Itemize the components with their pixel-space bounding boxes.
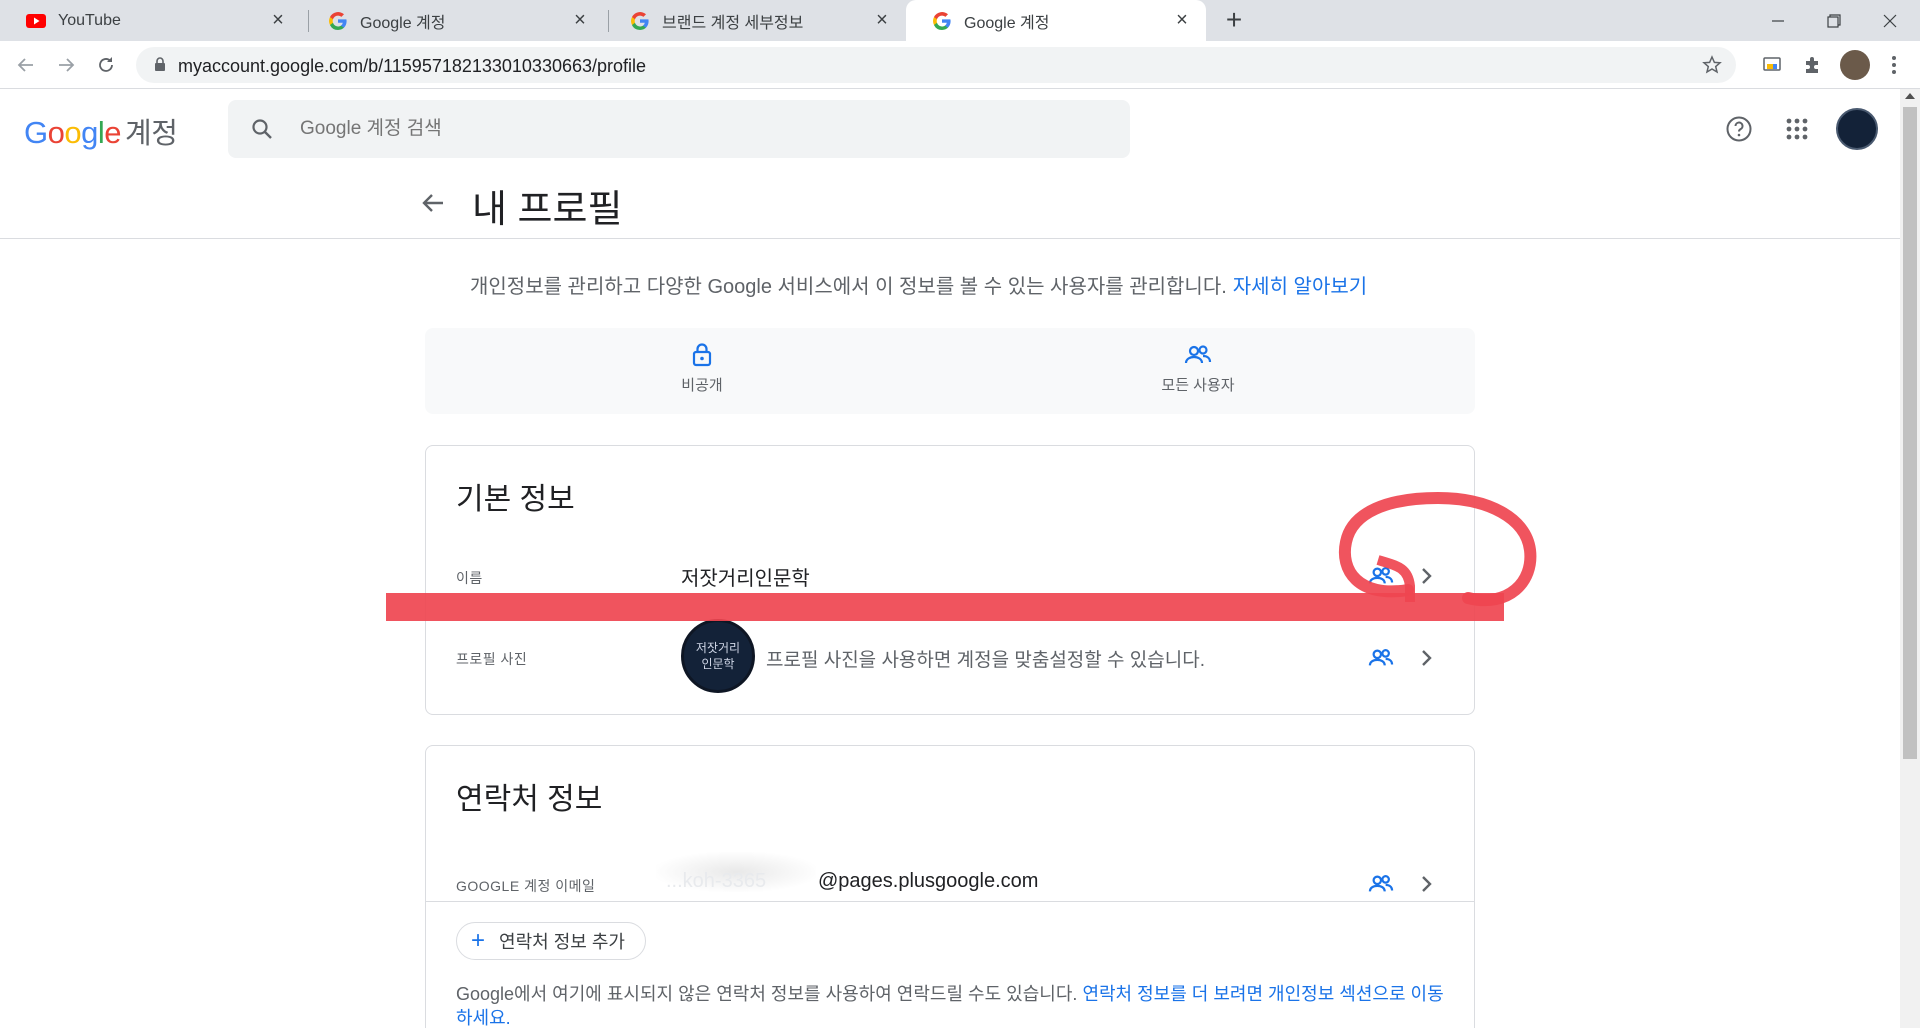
private-label: 비공개: [681, 377, 723, 394]
email-value: @pages.plusgoogle.com: [818, 870, 1039, 892]
google-account-logo[interactable]: Google 계정: [24, 110, 178, 152]
people-icon: [1368, 646, 1394, 675]
chevron-right-icon[interactable]: [1416, 648, 1436, 673]
photo-description: 프로필 사진을 사용하면 계정을 맞춤설정할 수 있습니다.: [766, 650, 1205, 671]
search-icon[interactable]: [250, 117, 274, 146]
browser-toolbar: myaccount.google.com/b/11595718213301033…: [0, 41, 1920, 89]
account-label: 계정: [125, 118, 178, 150]
contact-note-text: Google에서 여기에 표시되지 않은 연락처 정보를 사용하여 연락드릴 수…: [456, 984, 1078, 1004]
tab-title: 브랜드 계정 세부정보: [662, 14, 804, 32]
url-text: myaccount.google.com/b/11595718213301033…: [178, 56, 647, 76]
reload-icon[interactable]: [92, 51, 120, 79]
name-value: 저잣거리인문학: [681, 568, 810, 590]
back-arrow-icon[interactable]: [12, 51, 40, 79]
add-contact-info-button[interactable]: + 연락처 정보 추가: [456, 922, 646, 960]
photo-text-line2: 인문학: [701, 657, 735, 671]
tab-brand-account[interactable]: 브랜드 계정 세부정보 ×: [604, 0, 906, 41]
contact-info-title: 연락처 정보: [456, 783, 603, 816]
add-contact-label: 연락처 정보 추가: [499, 932, 625, 952]
close-icon[interactable]: ×: [570, 10, 590, 30]
photo-label: 프로필 사진: [456, 651, 528, 667]
close-icon[interactable]: ×: [872, 10, 892, 30]
scrollbar-thumb[interactable]: [1903, 107, 1917, 759]
red-annotation-circle: [1338, 491, 1537, 607]
people-icon: [1098, 342, 1298, 368]
lock-icon: [602, 342, 802, 368]
name-label: 이름: [456, 570, 483, 586]
email-obscured-prefix: ...koh-3365: [666, 870, 767, 892]
photo-text-line1: 저잣거리: [695, 641, 741, 655]
intro-text: 개인정보를 관리하고 다양한 Google 서비스에서 이 정보를 볼 수 있는…: [470, 276, 1227, 298]
back-arrow-icon[interactable]: [420, 190, 446, 221]
google-logo-text: Google: [24, 115, 122, 150]
red-annotation-strike: [386, 593, 1504, 621]
search-input[interactable]: [300, 118, 1080, 140]
tab-youtube[interactable]: YouTube ×: [0, 0, 302, 41]
apps-grid-icon[interactable]: [1782, 114, 1812, 144]
visibility-everyone: 모든 사용자: [1098, 342, 1298, 395]
close-window-button[interactable]: [1862, 0, 1918, 41]
kebab-menu-icon[interactable]: [1882, 53, 1906, 77]
visibility-legend: 비공개 모든 사용자: [425, 328, 1475, 414]
chevron-right-icon[interactable]: [1416, 874, 1436, 899]
page-subheader: [0, 160, 1900, 239]
new-tab-button[interactable]: +: [1220, 6, 1248, 34]
account-search-box[interactable]: [228, 100, 1130, 158]
youtube-icon: [26, 11, 46, 31]
scroll-up-arrow-icon[interactable]: [1905, 93, 1915, 99]
restore-button[interactable]: [1806, 0, 1862, 41]
forward-arrow-icon[interactable]: [52, 51, 80, 79]
page-scrollbar[interactable]: [1900, 89, 1920, 1028]
contact-info-card: 연락처 정보 GOOGLE 계정 이메일 ...koh-3365 @pages.…: [425, 745, 1475, 1028]
plus-icon: +: [471, 927, 486, 954]
everyone-label: 모든 사용자: [1161, 377, 1235, 394]
account-avatar[interactable]: [1836, 108, 1878, 150]
lock-icon[interactable]: [154, 57, 166, 77]
tab-google-account[interactable]: Google 계정 ×: [302, 0, 604, 41]
tab-title: YouTube: [58, 11, 121, 29]
help-icon[interactable]: [1724, 114, 1754, 144]
basic-info-title: 기본 정보: [456, 483, 575, 516]
minimize-button[interactable]: [1750, 0, 1806, 41]
google-icon: [630, 11, 650, 31]
people-icon: [1368, 872, 1394, 901]
page-title: 내 프로필: [472, 189, 623, 231]
learn-more-link[interactable]: 자세히 알아보기: [1233, 276, 1367, 298]
profile-photo[interactable]: 저잣거리 인문학: [681, 619, 755, 693]
close-icon[interactable]: ×: [268, 10, 288, 30]
cast-icon[interactable]: [1760, 53, 1784, 77]
close-icon[interactable]: ×: [1172, 10, 1192, 30]
page-intro: 개인정보를 관리하고 다양한 Google 서비스에서 이 정보를 볼 수 있는…: [470, 270, 1367, 299]
bookmark-star-icon[interactable]: [1702, 55, 1722, 80]
tab-google-account-active[interactable]: Google 계정 ×: [906, 0, 1206, 41]
email-label: GOOGLE 계정 이메일: [456, 878, 596, 894]
tab-title: Google 계정: [964, 14, 1050, 32]
address-bar[interactable]: myaccount.google.com/b/11595718213301033…: [136, 47, 1736, 83]
visibility-private: 비공개: [602, 342, 802, 395]
browser-tab-strip: YouTube × Google 계정 × 브랜드 계정 세부정보 × Goog…: [0, 0, 1920, 41]
google-icon: [328, 11, 348, 31]
profile-avatar-icon[interactable]: [1840, 50, 1870, 80]
tab-title: Google 계정: [360, 14, 446, 32]
extensions-puzzle-icon[interactable]: [1800, 53, 1824, 77]
contact-note: Google에서 여기에 표시되지 않은 연락처 정보를 사용하여 연락드릴 수…: [456, 982, 1456, 1028]
row-divider: [426, 901, 1474, 902]
basic-info-card: 기본 정보 이름 저잣거리인문학 프로필 사진 저잣거리 인문학 프로필 사진을…: [425, 445, 1475, 715]
email-row[interactable]: GOOGLE 계정 이메일 ...koh-3365 @pages.plusgoo…: [426, 842, 1474, 926]
google-icon: [932, 11, 952, 31]
